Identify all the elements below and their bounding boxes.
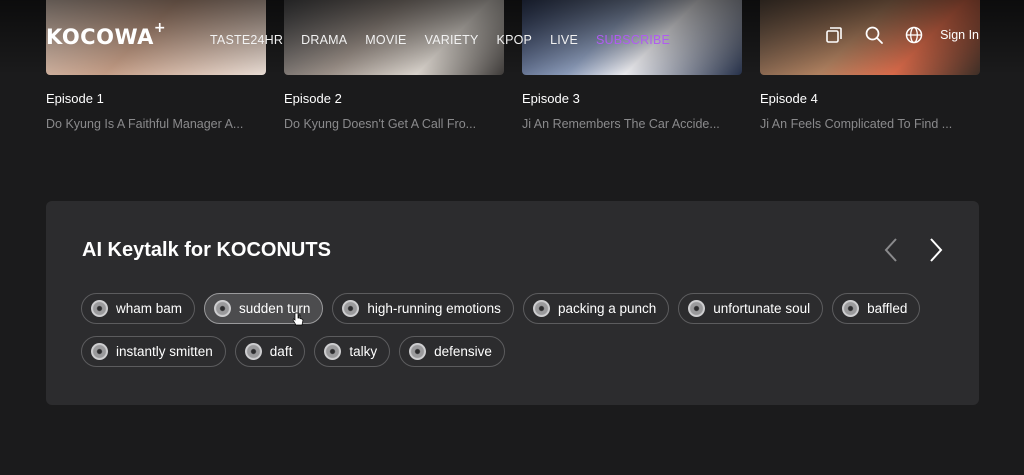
hand-cursor-icon — [292, 312, 304, 326]
chip-label: baffled — [867, 301, 908, 316]
header-icons — [824, 25, 924, 45]
nav-variety[interactable]: VARIETY — [425, 33, 479, 47]
nav-live[interactable]: LIVE — [550, 33, 578, 47]
disc-icon — [324, 343, 342, 360]
top-navigation-bar: KOCOWA+ TASTE24HR DRAMA MOVIE VARIETY KP… — [0, 0, 1024, 75]
disc-icon — [842, 300, 860, 317]
chip-label: talky — [349, 344, 378, 359]
main-nav: TASTE24HR DRAMA MOVIE VARIETY KPOP LIVE … — [210, 33, 670, 47]
keytalk-chip-defensive[interactable]: defensive — [399, 336, 505, 367]
keytalk-chip-talky[interactable]: talky — [314, 336, 391, 367]
nav-subscribe[interactable]: SUBSCRIBE — [596, 33, 670, 47]
episode-title: Episode 2 — [284, 91, 342, 106]
sign-in-link[interactable]: Sign In — [940, 28, 979, 42]
nav-drama[interactable]: DRAMA — [301, 33, 347, 47]
episode-description: Do Kyung Doesn't Get A Call Fro... — [284, 117, 477, 131]
disc-icon — [214, 300, 232, 317]
disc-icon — [342, 300, 360, 317]
disc-icon — [688, 300, 706, 317]
episode-title: Episode 3 — [522, 91, 580, 106]
disc-icon — [532, 300, 550, 317]
keytalk-chip-wham-bam[interactable]: wham bam — [81, 293, 196, 324]
nav-kpop[interactable]: KPOP — [497, 33, 533, 47]
chip-label: instantly smitten — [116, 344, 213, 359]
kocowa-logo[interactable]: KOCOWA+ — [46, 20, 166, 49]
search-icon[interactable] — [864, 25, 884, 45]
keytalk-title: AI Keytalk for KOCONUTS — [82, 239, 331, 261]
chip-label: high-running emotions — [367, 301, 501, 316]
episode-description: Ji An Feels Complicated To Find ... — [760, 117, 953, 131]
chip-label: defensive — [434, 344, 492, 359]
watchlist-icon[interactable] — [824, 25, 844, 45]
keytalk-chip-baffled[interactable]: baffled — [832, 293, 921, 324]
chip-label: packing a punch — [557, 301, 657, 316]
episode-description: Ji An Remembers The Car Accide... — [522, 117, 720, 131]
chevron-right-icon[interactable] — [923, 237, 947, 263]
nav-taste24hr[interactable]: TASTE24HR — [210, 33, 283, 47]
episode-description: Do Kyung Is A Faithful Manager A... — [46, 117, 244, 131]
globe-icon[interactable] — [904, 25, 924, 45]
chip-label: daft — [269, 344, 293, 359]
keytalk-chip-unfortunate-soul[interactable]: unfortunate soul — [678, 293, 824, 324]
disc-icon — [244, 343, 262, 360]
logo-plus: + — [153, 20, 167, 36]
episode-title: Episode 4 — [760, 91, 818, 106]
keytalk-panel: AI Keytalk for KOCONUTS wham bam sudden … — [46, 201, 979, 405]
disc-icon — [409, 343, 427, 360]
chip-label: wham bam — [116, 301, 183, 316]
nav-movie[interactable]: MOVIE — [365, 33, 406, 47]
keytalk-chip-sudden-turn[interactable]: sudden turn — [204, 293, 324, 324]
keytalk-chip-high-running-emotions[interactable]: high-running emotions — [332, 293, 514, 324]
disc-icon — [91, 343, 108, 360]
keytalk-chip-daft[interactable]: daft — [234, 336, 306, 367]
chip-row-1: wham bam sudden turn high-running emotio… — [81, 293, 961, 324]
keytalk-chip-packing-a-punch[interactable]: packing a punch — [522, 293, 670, 324]
logo-text: KOCOWA — [46, 25, 154, 49]
disc-icon — [91, 300, 108, 317]
episode-title: Episode 1 — [46, 91, 104, 106]
keytalk-chips: wham bam sudden turn high-running emotio… — [81, 293, 961, 379]
chevron-left-icon[interactable] — [880, 237, 904, 263]
chip-row-2: instantly smitten daft talky defensive — [81, 336, 961, 367]
chip-label: unfortunate soul — [713, 301, 811, 316]
keytalk-chip-instantly-smitten[interactable]: instantly smitten — [81, 336, 226, 367]
